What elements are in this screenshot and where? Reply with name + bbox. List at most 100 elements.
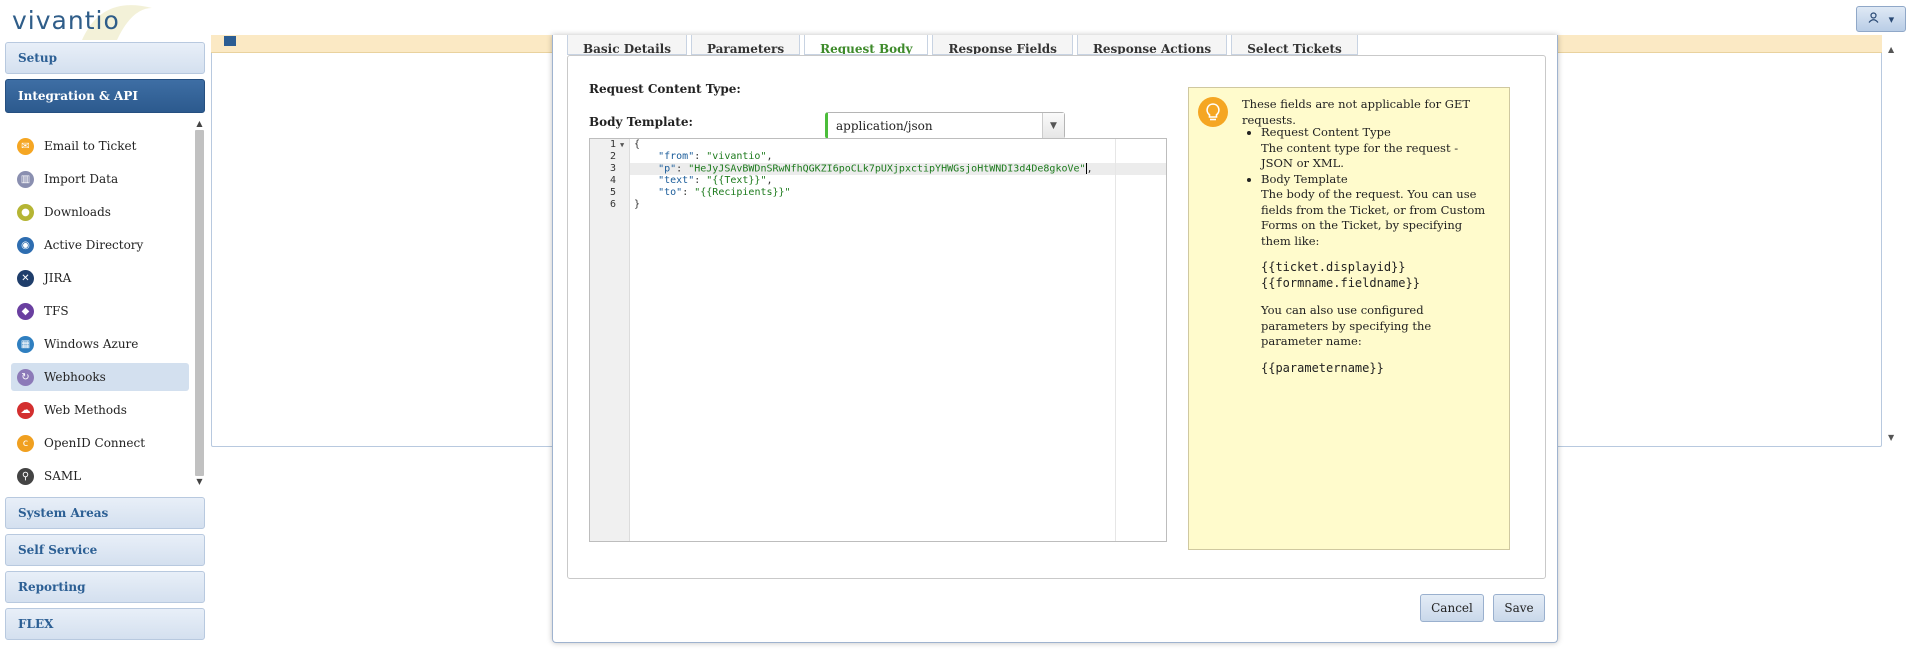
windows-azure-icon: ▦: [17, 335, 34, 353]
tab-label: Response Actions: [1092, 42, 1212, 55]
scroll-up-arrow-icon[interactable]: ▲: [194, 118, 205, 130]
tab-label: Select Tickets: [1247, 42, 1342, 55]
content-type-select[interactable]: application/json ▼: [825, 112, 1065, 139]
help-item-content-type: Request Content Type The content type fo…: [1261, 125, 1490, 172]
sidebar-item-label: Import Data: [44, 172, 119, 186]
tab-label: Basic Details: [583, 42, 671, 55]
code-line[interactable]: "to": "{{Recipients}}": [634, 187, 1114, 199]
sidebar-item-label: SAML: [44, 469, 82, 483]
chevron-down-icon[interactable]: ▼: [1042, 113, 1064, 138]
sidebar-item-webhooks[interactable]: ↻ Webhooks: [11, 363, 189, 391]
help-intro-text: These fields are not applicable for GET …: [1242, 97, 1471, 127]
chevron-down-icon: ▾: [1888, 12, 1895, 26]
nav-section-flex[interactable]: FLEX: [5, 608, 205, 640]
editor-gutter: 1 ▼ 2 3 4 5 6: [590, 139, 630, 541]
sidebar-item-label: Windows Azure: [44, 337, 139, 351]
line-number: 2: [610, 151, 617, 162]
tfs-icon: ◆: [17, 302, 34, 320]
import-data-icon: ▥: [17, 170, 34, 188]
integration-submenu: ✉ Email to Ticket ▥ Import Data ● Downloads ◉ A…: [5, 118, 205, 492]
tab-response-fields[interactable]: Response Fields: [932, 35, 1073, 55]
tab-label: Request Body: [820, 42, 913, 55]
jira-icon: ✕: [17, 269, 34, 287]
line-number: 1 ▼: [610, 139, 625, 151]
tab-label: Response Fields: [948, 42, 1057, 55]
help-example: {{formname.fieldname}}: [1261, 276, 1420, 290]
sidebar-item-email-to-ticket[interactable]: ✉ Email to Ticket: [11, 132, 189, 160]
active-directory-icon: ◉: [17, 236, 34, 254]
webhook-edit-dialog: Basic Details Parameters Request Body Respo…: [552, 35, 1558, 643]
code-line[interactable]: {: [634, 139, 1114, 151]
webhooks-icon: ↻: [17, 368, 34, 386]
sidebar-item-active-directory[interactable]: ◉ Active Directory: [11, 231, 189, 259]
page-scrollbar[interactable]: ▲ ▼: [1886, 35, 1900, 447]
nav-section-integration-api[interactable]: Integration & API: [5, 79, 205, 113]
sidebar-item-windows-azure[interactable]: ▦ Windows Azure: [11, 330, 189, 358]
help-example: {{parametername}}: [1261, 360, 1384, 375]
nav-section-self-service[interactable]: Self Service: [5, 534, 205, 566]
help-example: {{ticket.displayid}}: [1261, 260, 1406, 274]
nav-section-setup[interactable]: Setup: [5, 42, 205, 74]
help-panel: These fields are not applicable for GET …: [1188, 87, 1510, 550]
sidebar-item-label: Web Methods: [44, 403, 127, 417]
nav-section-reporting[interactable]: Reporting: [5, 571, 205, 603]
sidebar-item-label: TFS: [44, 304, 69, 318]
user-menu-button[interactable]: ▾: [1856, 6, 1906, 32]
help-list: Request Content Type The content type fo…: [1245, 125, 1490, 376]
scroll-down-arrow-icon[interactable]: ▼: [1888, 433, 1894, 442]
body-template-editor[interactable]: 1 ▼ 2 3 4 5 6 { "from": "vivantio", "p": "HeJy…: [589, 138, 1167, 542]
web-methods-icon: ☁: [17, 401, 34, 419]
sidebar-item-label: JIRA: [44, 271, 72, 285]
sidebar-item-jira[interactable]: ✕ JIRA: [11, 264, 189, 292]
scroll-up-arrow-icon[interactable]: ▲: [1888, 45, 1894, 54]
nav-section-system-areas[interactable]: System Areas: [5, 497, 205, 529]
scrollbar-thumb[interactable]: [195, 130, 204, 476]
code-line[interactable]: "from": "vivantio",: [634, 151, 1114, 163]
line-number: 3: [610, 163, 617, 174]
help-item-desc: The body of the request. You can use fie…: [1261, 187, 1486, 248]
request-body-panel: Request Content Type: application/json ▼…: [567, 55, 1546, 579]
sidebar-item-tfs[interactable]: ◆ TFS: [11, 297, 189, 325]
lightbulb-icon: [1198, 97, 1228, 127]
submenu-scrollbar[interactable]: ▲ ▼: [194, 118, 205, 492]
tab-label: Parameters: [706, 42, 785, 55]
sidebar-item-import-data[interactable]: ▥ Import Data: [11, 165, 189, 193]
line-number: 4: [610, 175, 617, 186]
save-button[interactable]: Save: [1493, 594, 1545, 622]
sidebar-item-label: Downloads: [44, 205, 111, 219]
help-item-desc: The content type for the request - JSON …: [1261, 140, 1459, 171]
saml-icon: ⚲: [17, 467, 34, 485]
tab-basic-details[interactable]: Basic Details: [567, 35, 687, 55]
code-line[interactable]: "p": "HeJyJSAvBWDnSRwNfhQGKZI6poCLk7pUXj…: [634, 163, 1114, 175]
sidebar-item-label: OpenID Connect: [44, 436, 146, 450]
dialog-tabs: Basic Details Parameters Request Body Respo…: [567, 35, 1362, 55]
tab-response-actions[interactable]: Response Actions: [1076, 35, 1228, 55]
tab-request-body[interactable]: Request Body: [804, 35, 929, 55]
downloads-icon: ●: [17, 203, 34, 221]
line-number: 6: [610, 199, 617, 210]
sidebar-item-web-methods[interactable]: ☁ Web Methods: [11, 396, 189, 424]
tab-parameters[interactable]: Parameters: [690, 35, 801, 55]
editor-print-margin: [1115, 139, 1116, 541]
scroll-down-arrow-icon[interactable]: ▼: [194, 476, 205, 488]
help-item-title: Body Template: [1261, 171, 1348, 186]
sidebar-item-downloads[interactable]: ● Downloads: [11, 198, 189, 226]
user-icon: [1868, 12, 1879, 26]
help-params-desc: You can also use configured parameters b…: [1261, 303, 1432, 348]
code-line[interactable]: "text": "{{Text}}",: [634, 175, 1114, 187]
fold-arrow-icon[interactable]: ▼: [620, 139, 624, 151]
sidebar-item-label: Email to Ticket: [44, 139, 137, 153]
help-item-title: Request Content Type: [1261, 125, 1391, 139]
help-item-body-template: Body Template The body of the request. Y…: [1261, 172, 1490, 376]
cancel-button[interactable]: Cancel: [1420, 594, 1484, 622]
tab-select-tickets[interactable]: Select Tickets: [1231, 35, 1358, 55]
sidebar-item-label: Active Directory: [44, 238, 144, 252]
code-line[interactable]: }: [634, 199, 1114, 211]
line-number: 5: [610, 187, 617, 198]
email-ticket-icon: ✉: [17, 137, 34, 155]
content-type-value: application/json: [836, 118, 933, 133]
vivantio-logo: vivantio: [12, 6, 120, 35]
sidebar-item-openid-connect[interactable]: ⅽ OpenID Connect: [11, 429, 189, 457]
sidebar-item-saml[interactable]: ⚲ SAML: [11, 462, 189, 490]
editor-code[interactable]: { "from": "vivantio", "p": "HeJyJSAvBWDn…: [634, 139, 1114, 211]
